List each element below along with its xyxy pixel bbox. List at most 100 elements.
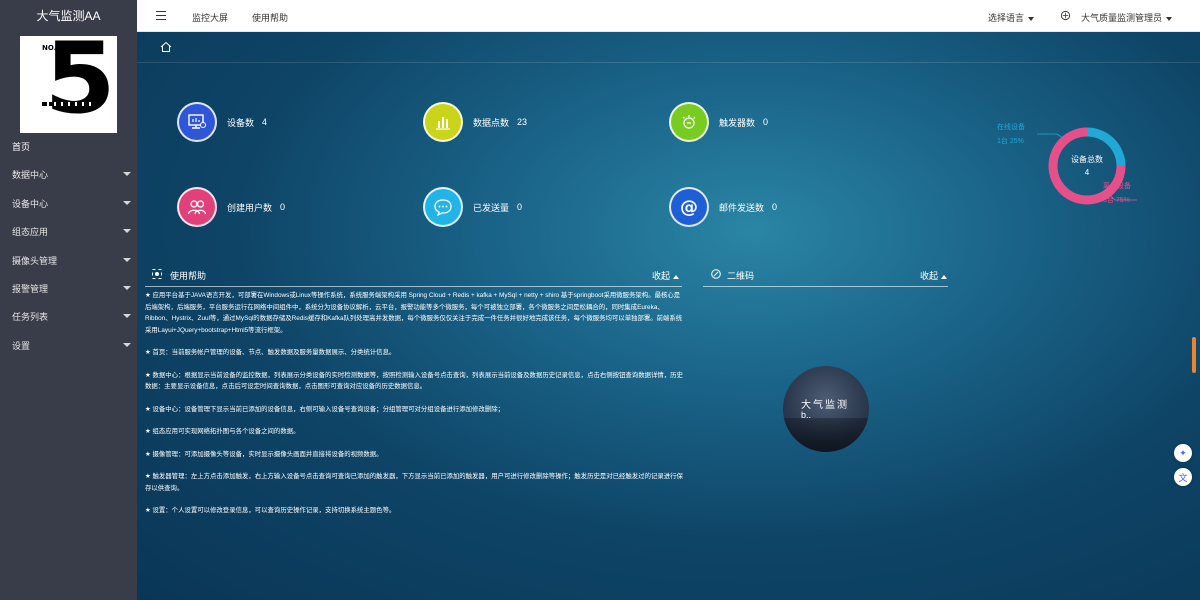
donut-total: 4 bbox=[1084, 168, 1090, 177]
trigger-icon bbox=[669, 102, 709, 142]
help-paragraph: ★ 首页：当前服务帐户管理的设备、节点、触发数据及服务量数据展示、分类统计信息。 bbox=[145, 349, 396, 356]
legend-online-name: 在线设备 bbox=[997, 124, 1025, 131]
sidebar-item-home[interactable]: 首页 bbox=[0, 136, 137, 164]
monitor-screen-link[interactable]: 监控大屏 bbox=[192, 11, 228, 24]
help-paragraph: ★ 设置：个人设置可以修改登录信息，可以查询历史操作记录，支持切换系统主题色等。 bbox=[145, 507, 396, 514]
stat-datapoints: 数据点数 23 bbox=[423, 102, 527, 142]
help-panel-title: 使用帮助 bbox=[170, 271, 207, 281]
sidebar-item-device-center[interactable]: 设备中心 bbox=[0, 193, 137, 221]
qr-image: 大气监测 b.. bbox=[783, 366, 869, 452]
user-name: 大气质量监测管理员 bbox=[1081, 13, 1163, 23]
legend-offline: 离线设备 3台 75% bbox=[1103, 180, 1131, 208]
donut-title: 设备总数 bbox=[1071, 155, 1103, 164]
legend-offline-value: 3台 75% bbox=[1103, 197, 1130, 204]
stat-users: 创建用户数 0 bbox=[177, 187, 285, 227]
chevron-up-icon bbox=[941, 274, 948, 279]
language-label: 选择语言 bbox=[988, 13, 1025, 23]
chat-icon bbox=[423, 187, 463, 227]
at-icon: @ bbox=[669, 187, 709, 227]
chevron-down-icon bbox=[1028, 16, 1035, 21]
sidebar-item-label: 组态应用 bbox=[12, 227, 49, 238]
logo: NO. 5 bbox=[20, 36, 117, 133]
qr-panel-title: 二维码 bbox=[727, 271, 755, 281]
stat-value: 4 bbox=[262, 117, 268, 127]
monitor-icon bbox=[177, 102, 217, 142]
collapse-label: 收起 bbox=[920, 271, 939, 281]
stat-value: 23 bbox=[517, 117, 528, 127]
device-donut-chart: 设备总数 4 在线设备 1台 25% 离线设备 3台 75% bbox=[997, 116, 1177, 216]
stat-label: 创建用户数 bbox=[227, 202, 273, 213]
bar-chart-icon bbox=[423, 102, 463, 142]
sidebar: 大气监测AA NO. 5 首页 数据中心 设备中心 组态应用 摄像头管理 报警管… bbox=[0, 0, 137, 600]
help-paragraph: ★ 触发器管理：左上方点击添加触发，右上方输入设备号点击查询可查询已添加的触发器… bbox=[145, 473, 683, 492]
help-content: ★ 应用平台基于JAVA语言开发，可部署在Windows或Linux等操作系统，… bbox=[145, 290, 685, 522]
breadcrumb bbox=[137, 32, 1200, 63]
sidebar-item-label: 首页 bbox=[12, 142, 31, 152]
legend-online-value: 1台 25% bbox=[997, 138, 1024, 145]
stat-label: 触发器数 bbox=[719, 117, 756, 128]
help-panel-icon bbox=[152, 269, 162, 279]
legend-offline-name: 离线设备 bbox=[1103, 183, 1131, 190]
qr-image-text: 大气监测 bbox=[801, 400, 849, 411]
chevron-down-icon bbox=[123, 314, 131, 319]
sidebar-nav: 首页 数据中心 设备中心 组态应用 摄像头管理 报警管理 任务列表 设置 bbox=[0, 136, 137, 363]
chevron-down-icon bbox=[1166, 16, 1173, 21]
stat-sent: 已发送量 0 bbox=[423, 187, 522, 227]
home-icon[interactable] bbox=[160, 41, 172, 53]
qr-collapse-button[interactable]: 收起 bbox=[920, 269, 948, 282]
link-icon bbox=[711, 269, 721, 279]
help-divider bbox=[145, 286, 682, 287]
chevron-down-icon bbox=[123, 342, 131, 347]
help-link[interactable]: 使用帮助 bbox=[252, 11, 288, 24]
help-paragraph: ★ 设备中心：设备管理下显示当前已添加的设备信息，右侧可输入设备号查询设备；分组… bbox=[145, 405, 504, 413]
chevron-down-icon bbox=[123, 200, 131, 205]
qr-divider bbox=[703, 286, 948, 287]
theme-icon[interactable] bbox=[1060, 10, 1071, 23]
stat-triggers: 触发器数 0 bbox=[669, 102, 768, 142]
sidebar-item-settings[interactable]: 设置 bbox=[0, 335, 137, 363]
stat-value: 0 bbox=[280, 202, 286, 212]
stat-label: 已发送量 bbox=[473, 202, 510, 213]
language-select[interactable]: 选择语言 bbox=[988, 11, 1035, 24]
stat-label: 设备数 bbox=[227, 117, 255, 128]
chevron-up-icon bbox=[673, 274, 680, 279]
help-paragraph: ★ 摄像管理：可添加摄像头等设备，实时显示摄像头画面并直接将设备的视频数据。 bbox=[145, 450, 383, 458]
help-paragraph: ★ 数据中心：根据显示当前设备的监控数据，列表展示分类设备的实时检测数据等，按照… bbox=[145, 371, 683, 391]
sidebar-item-alarm[interactable]: 报警管理 bbox=[0, 278, 137, 306]
app-title: 大气监测AA bbox=[36, 9, 101, 23]
sidebar-item-label: 数据中心 bbox=[12, 170, 49, 181]
sidebar-item-camera[interactable]: 摄像头管理 bbox=[0, 250, 137, 278]
stat-emails: @ 邮件发送数 0 bbox=[669, 187, 777, 227]
help-paragraph: ★ 组态应用可实现网络拓扑图与各个设备之间的数据。 bbox=[145, 428, 300, 435]
qr-tree-silhouette bbox=[783, 418, 869, 452]
topbar: 监控大屏 使用帮助 选择语言 大气质量监测管理员 bbox=[137, 0, 1200, 32]
translate-icon[interactable]: 文 bbox=[1174, 468, 1192, 486]
help-paragraph: ★ 应用平台基于JAVA语言开发，可部署在Windows或Linux等操作系统，… bbox=[145, 292, 683, 334]
qr-image-subtext: b.. bbox=[801, 410, 812, 420]
user-menu[interactable]: 大气质量监测管理员 bbox=[1081, 11, 1173, 24]
sidebar-item-label: 报警管理 bbox=[12, 283, 49, 294]
collapse-label: 收起 bbox=[652, 271, 671, 281]
chevron-down-icon bbox=[123, 229, 131, 234]
menu-toggle-icon[interactable] bbox=[156, 11, 166, 21]
stat-value: 0 bbox=[763, 117, 769, 127]
legend-online: 在线设备 1台 25% bbox=[997, 121, 1025, 149]
sidebar-item-label: 任务列表 bbox=[12, 312, 49, 323]
sidebar-item-data-center[interactable]: 数据中心 bbox=[0, 164, 137, 192]
stat-label: 数据点数 bbox=[473, 117, 510, 128]
chevron-down-icon bbox=[123, 172, 131, 177]
help-collapse-button[interactable]: 收起 bbox=[652, 269, 680, 282]
donut-leader-line-0 bbox=[1037, 133, 1064, 139]
scroll-indicator[interactable] bbox=[1192, 337, 1196, 373]
users-icon bbox=[177, 187, 217, 227]
stat-value: 0 bbox=[772, 202, 778, 212]
sidebar-item-tasks[interactable]: 任务列表 bbox=[0, 306, 137, 334]
sparkle-icon[interactable]: ✦ bbox=[1174, 444, 1192, 462]
chevron-down-icon bbox=[123, 257, 131, 262]
main-content: 设备数 4 数据点数 23 触发器数 0 创建用户数 0 已发送量 0 @ 邮件… bbox=[137, 32, 1200, 600]
sidebar-item-label: 设置 bbox=[12, 340, 31, 351]
stat-label: 邮件发送数 bbox=[719, 202, 765, 213]
stat-devices: 设备数 4 bbox=[177, 102, 267, 142]
donut-center: 设备总数 4 bbox=[1065, 153, 1109, 179]
sidebar-item-scada[interactable]: 组态应用 bbox=[0, 221, 137, 249]
